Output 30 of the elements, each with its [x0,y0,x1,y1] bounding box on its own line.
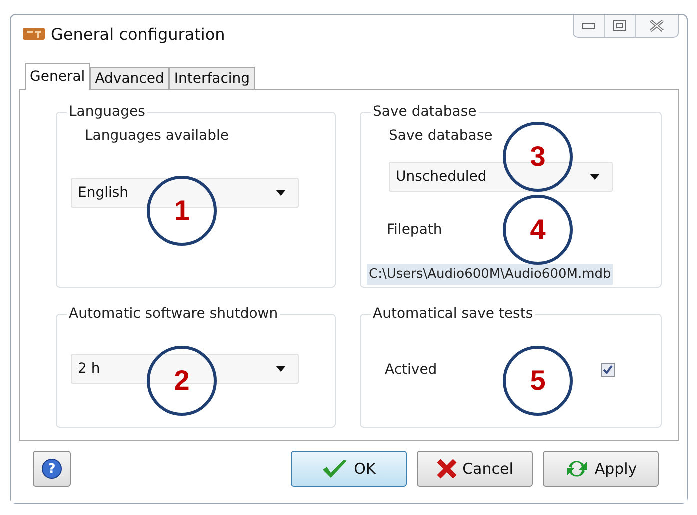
field-label: Filepath [387,222,442,238]
window-title: General configuration [51,24,226,44]
checkmark-icon [322,459,348,479]
checkbox[interactable] [601,363,615,377]
refresh-icon [564,458,589,480]
callout-marker: 4 [503,195,573,265]
checkbox-label: Actived [385,362,438,378]
callout-marker: 5 [503,346,573,416]
caret-icon [590,174,600,180]
field-label: Save database [389,128,493,144]
callout-marker: 3 [503,122,573,192]
field-label: Languages available [85,128,230,144]
callout-marker: 2 [147,346,217,416]
cancel-button[interactable]: Cancel [417,451,533,487]
group-title: Save database [372,104,478,120]
tab[interactable]: Advanced [90,67,170,89]
cross-icon [436,459,457,479]
app-logo-icon [23,28,45,40]
ok-button[interactable]: OK [291,451,407,487]
caret-icon [276,366,286,372]
caret-icon [276,190,286,196]
group-title: Automatical save tests [372,306,534,322]
tab[interactable]: General [25,63,90,90]
group-title: Languages [68,104,146,120]
filepath-text: C:\Users\Audio600M\Audio600M.mdb [367,264,614,285]
tab[interactable]: Interfacing [169,67,256,89]
callout-marker: 1 [147,176,217,246]
apply-button[interactable]: Apply [543,451,659,487]
help-button[interactable]: ? [33,451,71,487]
group-title: Automatic software shutdown [68,306,280,322]
